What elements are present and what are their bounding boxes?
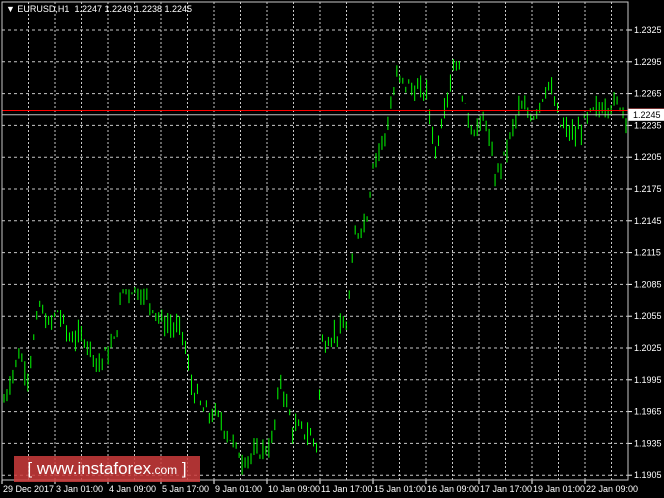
y-tick-label: 1.1935: [634, 438, 662, 448]
instaforex-watermark: [ www.instaforex.com ]: [14, 456, 200, 482]
x-tick-label: 22 Jan 09:00: [586, 484, 638, 494]
y-tick-label: 1.1995: [634, 375, 662, 385]
x-tick-label: 9 Jan 01:00: [215, 484, 262, 494]
x-tick-label: 5 Jan 17:00: [162, 484, 209, 494]
y-tick-label: 1.2025: [634, 343, 662, 353]
y-tick-label: 1.2175: [634, 184, 662, 194]
collapse-arrow-icon[interactable]: ▼: [6, 4, 17, 14]
x-tick-label: 17 Jan 17:00: [480, 484, 532, 494]
x-tick-label: 29 Dec 2017: [3, 484, 54, 494]
y-tick-label: 1.2295: [634, 57, 662, 67]
x-tick-label: 4 Jan 09:00: [109, 484, 156, 494]
symbol-label: EURUSD,H1: [17, 4, 70, 14]
y-tick-label: 1.2325: [634, 25, 662, 35]
x-tick-label: 11 Jan 17:00: [321, 484, 372, 494]
current-price-label: 1.2245: [633, 110, 661, 120]
plot-frame: [1, 1, 629, 481]
x-tick-label: 16 Jan 09:00: [427, 484, 479, 494]
x-tick-label: 10 Jan 09:00: [268, 484, 320, 494]
y-tick-label: 1.1905: [634, 470, 662, 480]
chart-header: ▼ EURUSD,H1 1.2247 1.2249 1.2238 1.2245: [6, 4, 192, 14]
y-tick-label: 1.2265: [634, 89, 662, 99]
y-tick-label: 1.2085: [634, 279, 662, 289]
x-tick-label: 3 Jan 01:00: [56, 484, 103, 494]
x-tick-label: 19 Jan 01:00: [533, 484, 585, 494]
y-tick-label: 1.1965: [634, 407, 662, 417]
y-tick-label: 1.2115: [634, 248, 661, 258]
price-chart[interactable]: 1.2325 1.2295 1.2265 1.2235 1.2205 1.2175 1.21…: [0, 0, 664, 498]
y-tick-label: 1.2205: [634, 152, 662, 162]
y-tick-label: 1.2055: [634, 311, 662, 321]
x-tick-label: 15 Jan 01:00: [374, 484, 426, 494]
y-tick-label: 1.2145: [634, 216, 662, 226]
ohlc-values: 1.2247 1.2249 1.2238 1.2245: [74, 4, 193, 14]
y-tick-label: 1.2235: [634, 120, 662, 130]
